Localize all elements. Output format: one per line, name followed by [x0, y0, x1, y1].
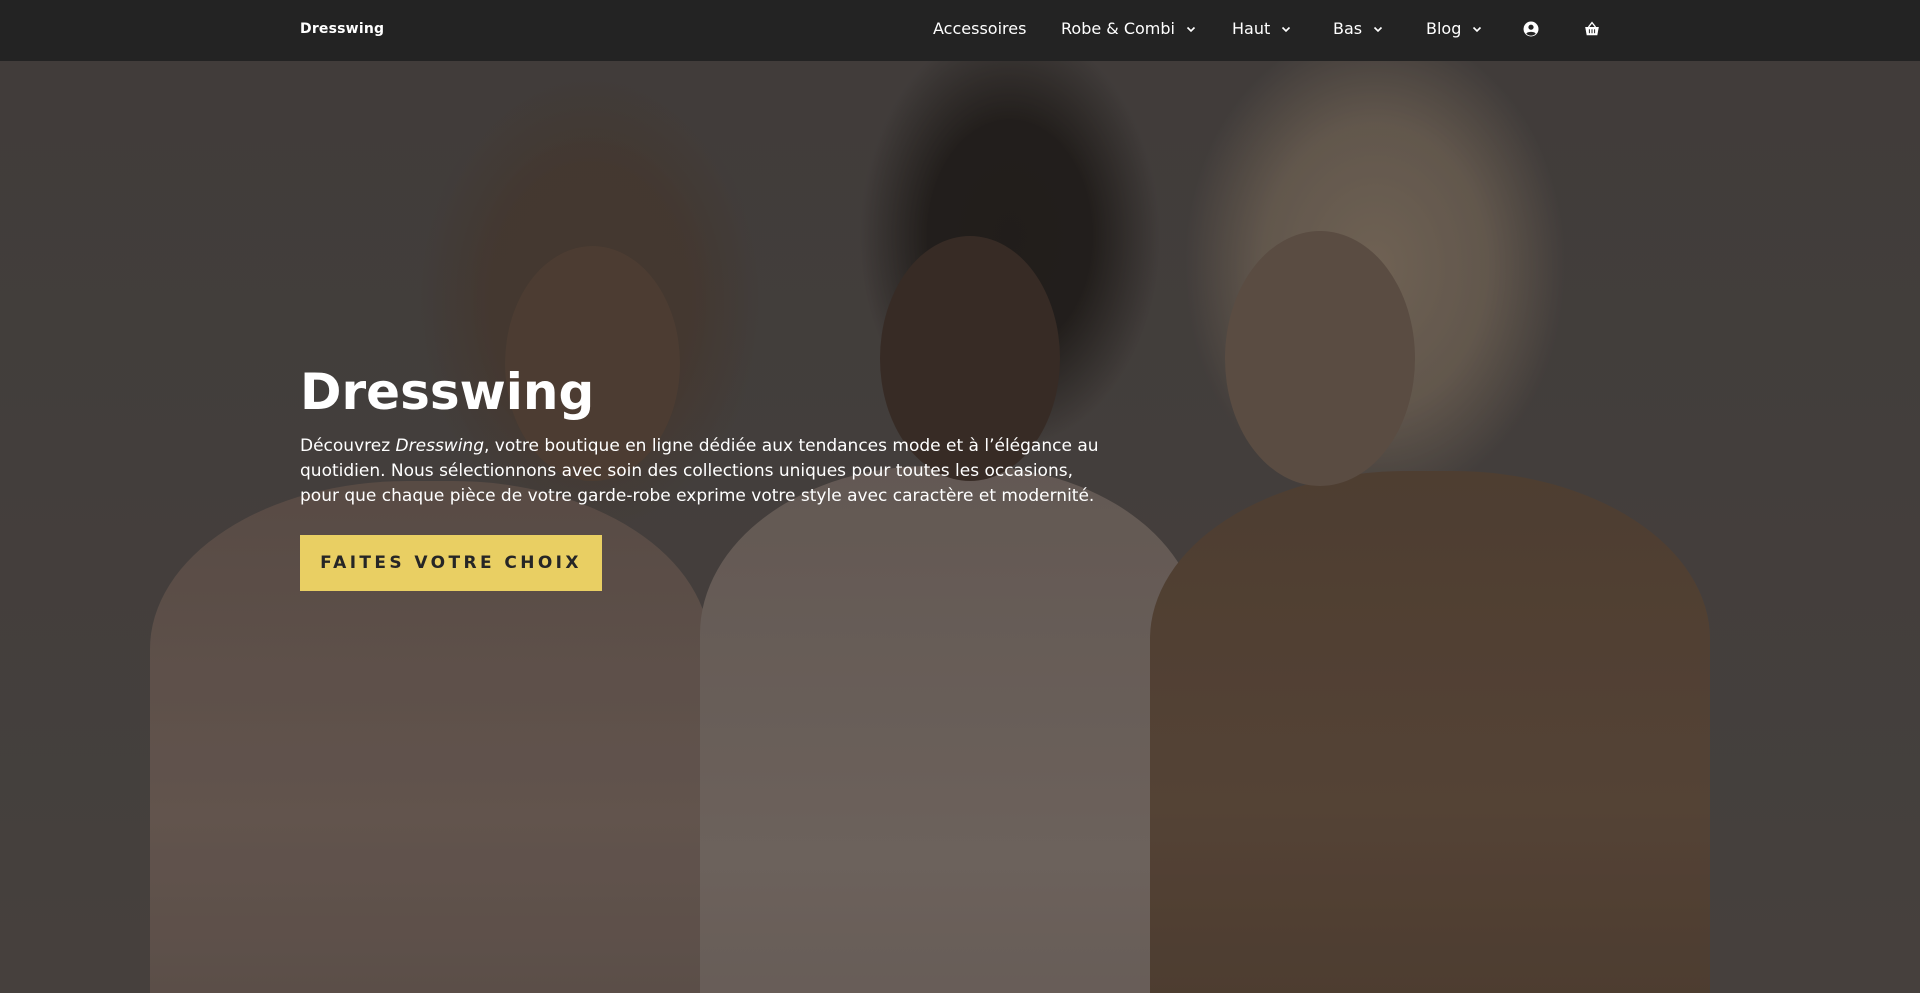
cta-button[interactable]: FAITES VOTRE CHOIX: [300, 535, 602, 591]
nav-item-haut[interactable]: Haut: [1232, 19, 1291, 38]
main-nav: Accessoires Robe & Combi Haut Bas Blog: [0, 0, 1920, 61]
chevron-down-icon: [1281, 24, 1291, 34]
nav-item-label: Haut: [1232, 19, 1271, 38]
nav-item-label: Accessoires: [933, 19, 1027, 38]
nav-item-label: Bas: [1333, 19, 1363, 38]
user-icon[interactable]: [1523, 20, 1539, 38]
hero-title: Dresswing: [300, 363, 595, 421]
nav-item-accessoires[interactable]: Accessoires: [933, 19, 1026, 38]
hero-text-emphasis: Dresswing: [395, 436, 484, 456]
nav-item-label: Blog: [1426, 19, 1462, 38]
hero-content: Dresswing Découvrez Dresswing, votre bou…: [300, 365, 1100, 591]
chevron-down-icon: [1373, 24, 1383, 34]
nav-item-robe-combi[interactable]: Robe & Combi: [1061, 19, 1196, 38]
site-header: Dresswing Accessoires Robe & Combi Haut …: [0, 0, 1920, 61]
nav-item-bas[interactable]: Bas: [1333, 19, 1383, 38]
nav-item-label: Robe & Combi: [1061, 19, 1175, 38]
shopping-bag-icon[interactable]: [1584, 20, 1600, 38]
chevron-down-icon: [1186, 24, 1196, 34]
nav-item-blog[interactable]: Blog: [1426, 19, 1482, 38]
chevron-down-icon: [1472, 24, 1482, 34]
hero-text-start: Découvrez: [300, 436, 396, 456]
hero-description: Découvrez Dresswing, votre boutique en l…: [300, 434, 1100, 509]
